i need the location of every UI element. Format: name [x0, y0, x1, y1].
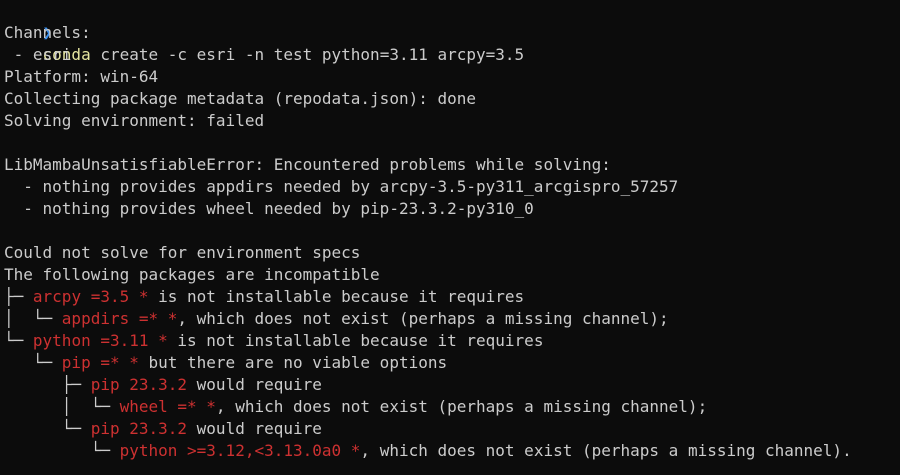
tree-line: └─ python >=3.12,<3.13.0a0 *, which does…: [4, 440, 896, 462]
tree-line: ├─ pip 23.3.2 would require: [4, 374, 896, 396]
output-line: The following packages are incompatible: [4, 265, 380, 284]
tree-line: └─ pip 23.3.2 would require: [4, 418, 896, 440]
package-spec: pip 23.3.2: [90, 375, 188, 394]
output-line: - nothing provides wheel needed by pip-2…: [4, 199, 534, 218]
tree-message: but there are no viable options: [138, 353, 448, 372]
tree-branch: ├─: [4, 375, 91, 394]
package-spec: python =3.11 *: [32, 331, 168, 350]
output-line: Platform: win-64: [4, 67, 159, 86]
tree-message: is not installable because it requires: [148, 287, 525, 306]
output-line: LibMambaUnsatisfiableError: Encountered …: [4, 155, 611, 174]
tree-branch: │ └─: [4, 309, 62, 328]
package-spec: pip 23.3.2: [90, 419, 188, 438]
tree-message: , which does not exist (perhaps a missin…: [177, 309, 669, 328]
tree-line: │ └─ appdirs =* *, which does not exist …: [4, 308, 896, 330]
tree-line: └─ python =3.11 * is not installable bec…: [4, 330, 896, 352]
terminal-window[interactable]: ❯ conda create -c esri -n test python=3.…: [0, 0, 900, 475]
command-args: create -c esri -n test python=3.11 arcpy…: [90, 45, 525, 64]
package-spec: wheel =* *: [119, 397, 216, 416]
tree-message: , which does not exist (perhaps a missin…: [215, 397, 708, 416]
tree-line: └─ pip =* * but there are no viable opti…: [4, 352, 896, 374]
output-line: Could not solve for environment specs: [4, 243, 361, 262]
tree-message: is not installable because it requires: [167, 331, 544, 350]
tree-line: ├─ arcpy =3.5 * is not installable becau…: [4, 286, 896, 308]
tree-message: , which does not exist (perhaps a missin…: [360, 441, 852, 460]
tree-branch: └─: [4, 419, 91, 438]
output-line: Collecting package metadata (repodata.js…: [4, 89, 477, 108]
package-spec: python >=3.12,<3.13.0a0 *: [119, 441, 361, 460]
output-line: Solving environment: failed: [4, 111, 265, 130]
tree-message: would require: [187, 419, 322, 438]
package-spec: pip =* *: [61, 353, 139, 372]
package-spec: appdirs =* *: [61, 309, 178, 328]
tree-branch: │ └─: [4, 397, 120, 416]
tree-branch: ├─: [4, 287, 33, 306]
output-line: - nothing provides appdirs needed by arc…: [4, 177, 679, 196]
command-line: ❯ conda create -c esri -n test python=3.…: [4, 0, 896, 64]
package-spec: arcpy =3.5 *: [32, 287, 149, 306]
tree-branch: └─: [4, 353, 62, 372]
tree-branch: └─: [4, 441, 120, 460]
tree-branch: └─: [4, 331, 33, 350]
output-line: Channels:: [4, 23, 91, 42]
tree-line: │ └─ wheel =* *, which does not exist (p…: [4, 396, 896, 418]
tree-message: would require: [187, 375, 322, 394]
